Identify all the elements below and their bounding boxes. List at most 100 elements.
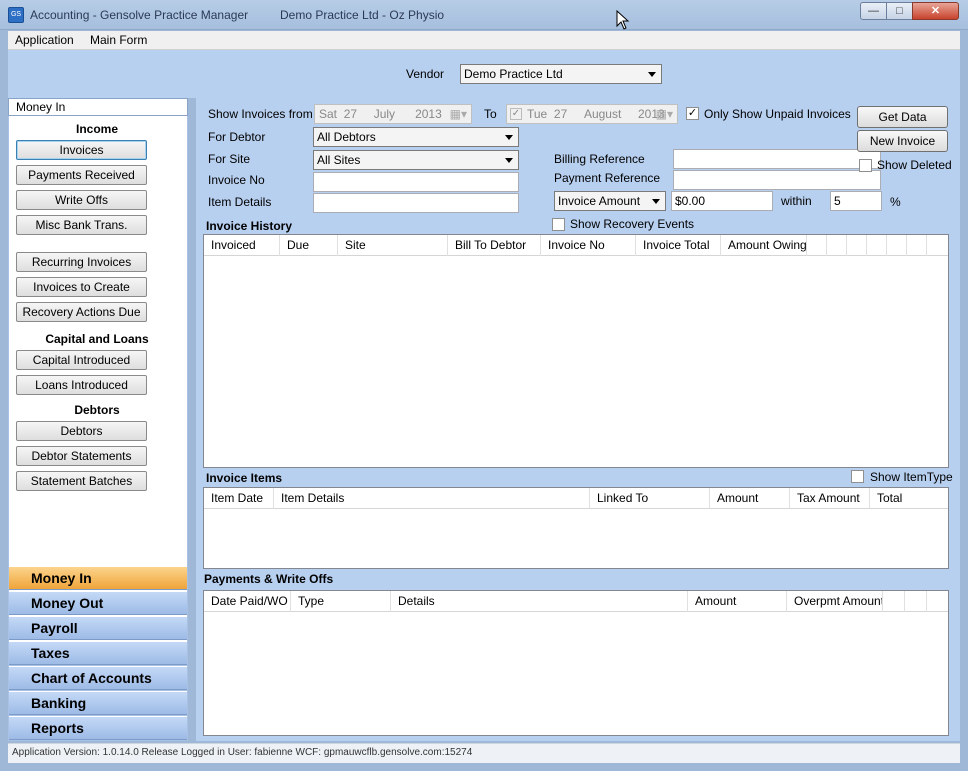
item-details-input[interactable]	[313, 193, 519, 213]
grid-header: Date Paid/WO Type Details Amount Overpmt…	[204, 591, 948, 612]
col-details[interactable]: Details	[391, 591, 688, 612]
col-extra	[883, 591, 905, 612]
billing-ref-input[interactable]	[673, 149, 881, 169]
payment-ref-input[interactable]	[673, 170, 881, 190]
menu-application[interactable]: Application	[15, 33, 74, 47]
debtor-select[interactable]: All Debtors	[313, 127, 519, 147]
minimize-button[interactable]: —	[860, 2, 887, 20]
invoice-history-grid[interactable]: Invoiced Due Site Bill To Debtor Invoice…	[203, 234, 949, 468]
col-invoiced[interactable]: Invoiced	[204, 235, 280, 256]
billing-ref-label: Billing Reference	[554, 152, 645, 166]
col-date-paid[interactable]: Date Paid/WO	[204, 591, 291, 612]
vendor-select[interactable]: Demo Practice Ltd	[460, 64, 662, 84]
show-deleted-checkbox[interactable]	[859, 159, 872, 172]
menu-main-form[interactable]: Main Form	[90, 33, 147, 47]
show-deleted-label: Show Deleted	[877, 158, 952, 172]
invoice-items-grid[interactable]: Item Date Item Details Linked To Amount …	[203, 487, 949, 569]
unpaid-checkbox[interactable]: ✓	[686, 107, 699, 120]
grid-header: Item Date Item Details Linked To Amount …	[204, 488, 948, 509]
app-icon[interactable]: GS	[8, 7, 24, 23]
write-offs-button[interactable]: Write Offs	[16, 190, 147, 210]
col-extra	[905, 591, 927, 612]
window-title: Accounting - Gensolve Practice Manager	[30, 8, 248, 22]
show-itemtype-checkbox[interactable]	[851, 470, 864, 483]
vendor-value: Demo Practice Ltd	[464, 67, 563, 81]
col-overpmt-amount[interactable]: Overpmt Amount	[787, 591, 883, 612]
recovery-actions-due-button[interactable]: Recovery Actions Due	[16, 302, 147, 322]
col-extra	[807, 235, 827, 256]
col-amount[interactable]: Amount	[710, 488, 790, 509]
to-day: Tue	[527, 107, 547, 121]
from-date-picker[interactable]: Sat 27 July 2013 ▦▾	[314, 104, 472, 124]
menu-bar: Application Main Form	[8, 31, 960, 50]
col-tax-amount[interactable]: Tax Amount	[790, 488, 870, 509]
percent-label: %	[890, 195, 901, 209]
invoice-history-title: Invoice History	[206, 219, 292, 233]
col-due[interactable]: Due	[280, 235, 338, 256]
amount-type-select[interactable]: Invoice Amount	[554, 191, 666, 211]
col-invoice-total[interactable]: Invoice Total	[636, 235, 721, 256]
to-date: 27	[554, 107, 567, 121]
to-date-picker[interactable]: ✓ Tue 27 August 2013 ▦▾	[506, 104, 678, 124]
from-date: 27	[344, 107, 357, 121]
debtors-button[interactable]: Debtors	[16, 421, 147, 441]
recurring-invoices-button[interactable]: Recurring Invoices	[16, 252, 147, 272]
from-month: July	[374, 107, 395, 121]
show-itemtype-label: Show ItemType	[870, 470, 953, 484]
site-select[interactable]: All Sites	[313, 150, 519, 170]
statement-batches-button[interactable]: Statement Batches	[16, 471, 147, 491]
to-date-checkbox[interactable]: ✓	[510, 108, 522, 120]
col-total[interactable]: Total	[870, 488, 948, 509]
col-extra	[867, 235, 887, 256]
debtor-label: For Debtor	[208, 130, 265, 144]
main-panel: Show Invoices from Sat 27 July 2013 ▦▾ T…	[196, 98, 960, 741]
chevron-down-icon	[648, 72, 656, 77]
col-site[interactable]: Site	[338, 235, 448, 256]
col-invoice-no[interactable]: Invoice No	[541, 235, 636, 256]
payments-grid[interactable]: Date Paid/WO Type Details Amount Overpmt…	[203, 590, 949, 736]
section-capital-loans: Capital and Loans	[9, 332, 185, 346]
invoice-no-input[interactable]	[313, 172, 519, 192]
to-month: August	[584, 107, 621, 121]
col-bill-to-debtor[interactable]: Bill To Debtor	[448, 235, 541, 256]
amount-input[interactable]: $0.00	[671, 191, 773, 211]
nav-banking[interactable]: Banking	[9, 691, 187, 715]
mouse-cursor-icon	[616, 10, 630, 30]
new-invoice-button[interactable]: New Invoice	[857, 130, 948, 152]
section-income: Income	[9, 122, 185, 136]
amount-type-value: Invoice Amount	[558, 194, 640, 208]
calendar-icon: ▦▾	[450, 105, 467, 123]
col-item-date[interactable]: Item Date	[204, 488, 274, 509]
from-day: Sat	[319, 107, 337, 121]
debtor-statements-button[interactable]: Debtor Statements	[16, 446, 147, 466]
maximize-button[interactable]: □	[886, 2, 913, 20]
nav-payroll[interactable]: Payroll	[9, 616, 187, 640]
invoices-to-create-button[interactable]: Invoices to Create	[16, 277, 147, 297]
nav-money-out[interactable]: Money Out	[9, 591, 187, 615]
loans-introduced-button[interactable]: Loans Introduced	[16, 375, 147, 395]
close-button[interactable]: ✕	[912, 2, 959, 20]
misc-bank-trans-button[interactable]: Misc Bank Trans.	[16, 215, 147, 235]
col-linked-to[interactable]: Linked To	[590, 488, 710, 509]
status-bar: Application Version: 1.0.14.0 Release Lo…	[8, 743, 960, 763]
invoices-button[interactable]: Invoices	[16, 140, 147, 160]
site-value: All Sites	[317, 153, 360, 167]
recovery-events-label: Show Recovery Events	[570, 217, 694, 231]
col-item-details[interactable]: Item Details	[274, 488, 590, 509]
payment-ref-label: Payment Reference	[554, 171, 660, 185]
col-amount-owing[interactable]: Amount Owing	[721, 235, 807, 256]
calendar-icon: ▦▾	[656, 105, 673, 123]
nav-reports[interactable]: Reports	[9, 716, 187, 740]
nav-money-in[interactable]: Money In	[9, 566, 187, 590]
get-data-button[interactable]: Get Data	[857, 106, 948, 128]
nav-chart-of-accounts[interactable]: Chart of Accounts	[9, 666, 187, 690]
vendor-label: Vendor	[406, 67, 444, 81]
payments-received-button[interactable]: Payments Received	[16, 165, 147, 185]
within-input[interactable]: 5	[830, 191, 882, 211]
recovery-events-checkbox[interactable]	[552, 218, 565, 231]
col-type[interactable]: Type	[291, 591, 391, 612]
nav-taxes[interactable]: Taxes	[9, 641, 187, 665]
chevron-down-icon	[505, 158, 513, 163]
capital-introduced-button[interactable]: Capital Introduced	[16, 350, 147, 370]
col-amount[interactable]: Amount	[688, 591, 787, 612]
